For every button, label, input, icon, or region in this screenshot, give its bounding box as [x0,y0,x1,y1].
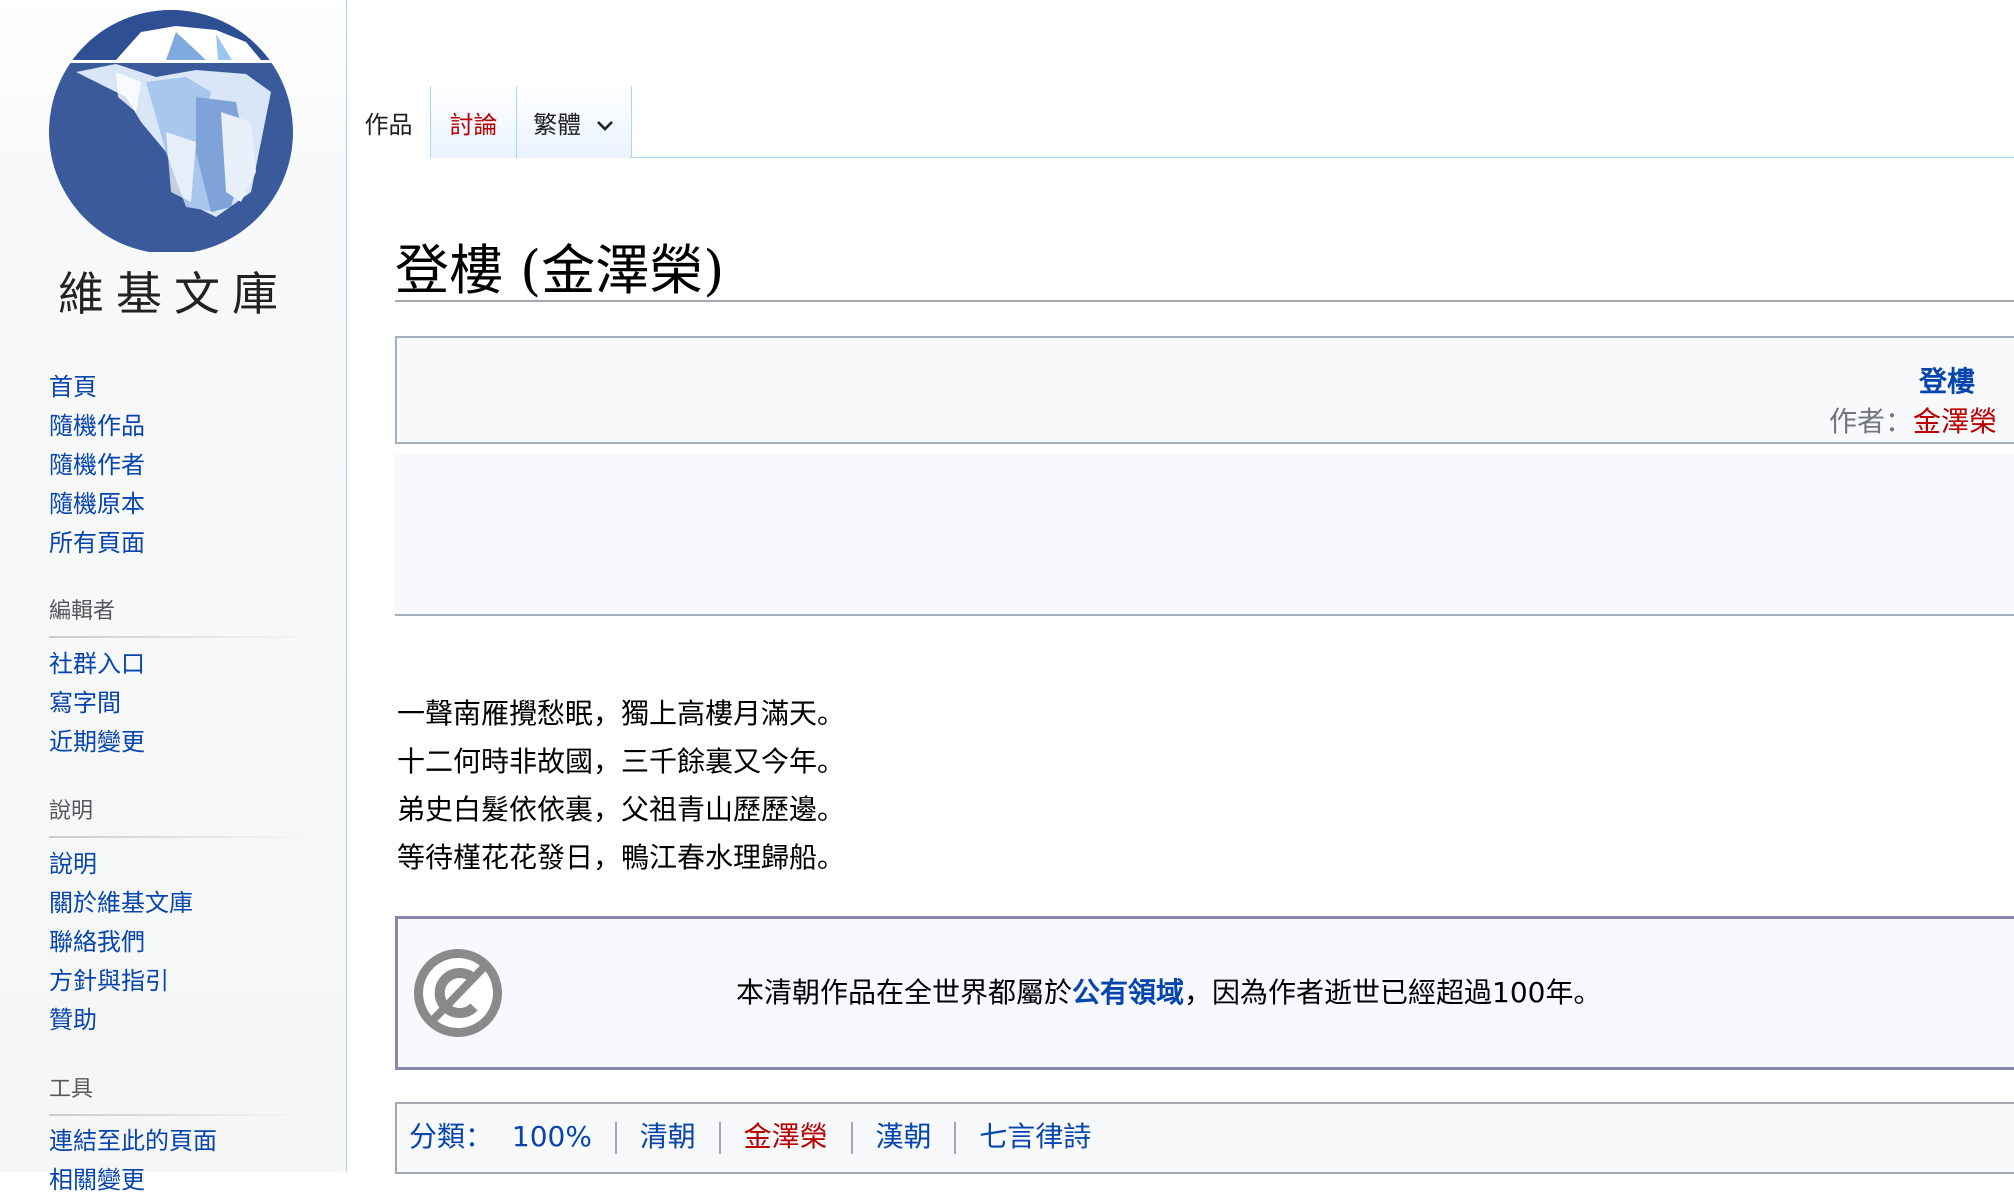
category-separator [850,1122,853,1154]
iceberg-globe-icon [49,10,293,254]
nav-heading-editors: 編輯者 [49,594,305,638]
page-title: 登樓 (金澤榮) [395,239,725,302]
category-links: 分類： 100% 清朝 金澤榮 漢朝 七言律詩 [395,1102,2014,1174]
sidebar: 維基文庫 首頁 隨機作品 隨機作者 隨機原本 所有頁面 編輯者 社群入口 寫字間… [0,0,347,1194]
category-separator [954,1122,957,1154]
nav-item-main-page[interactable]: 首頁 [49,368,145,407]
category-link[interactable]: 七言律詩 [979,1120,1091,1153]
public-domain-icon [414,949,502,1037]
poem-line: 一聲南雁攪愁眠，獨上高樓月滿天。 [397,697,846,730]
tools-navigation: 連結至此的頁面 相關變更 [49,1122,217,1200]
tab-work[interactable]: 作品 [347,86,431,158]
work-header: 登樓 作者：金澤榮清 [395,336,2014,444]
nav-item-random-source[interactable]: 隨機原本 [49,485,145,524]
category-link[interactable]: 金澤榮 [744,1120,828,1153]
author-label: 作者： [1829,405,1914,438]
tab-talk[interactable]: 討論 [431,86,517,158]
author-link[interactable]: 金澤榮 [1913,405,1997,438]
nav-item-help[interactable]: 說明 [49,845,193,884]
public-domain-link[interactable]: 公有領域 [1072,976,1184,1009]
editors-navigation: 社群入口 寫字間 近期變更 [49,645,145,762]
author-line: 作者：金澤榮清 [1829,400,2014,440]
help-navigation: 說明 關於維基文庫 聯絡我們 方針與指引 贊助 [49,845,193,1040]
nav-item-all-pages[interactable]: 所有頁面 [49,524,145,563]
nav-item-recent-changes[interactable]: 近期變更 [49,723,145,762]
license-text: 本清朝作品在全世界都屬於公有領域，因為作者逝世已經超過100年。 [736,976,1602,1009]
work-title-link[interactable]: 登樓 [1919,360,1975,400]
title-divider [395,300,2014,302]
chevron-down-icon [596,121,613,131]
categories-label-link[interactable]: 分類： [409,1120,493,1153]
main-navigation: 首頁 隨機作品 隨機作者 隨機原本 所有頁面 [49,368,145,563]
nav-item-contact[interactable]: 聯絡我們 [49,923,193,962]
nav-item-donate[interactable]: 贊助 [49,1001,193,1040]
nav-item-policies[interactable]: 方針與指引 [49,962,193,1001]
nav-heading-help: 說明 [49,794,305,838]
category-separator [614,1122,617,1154]
content-area: 登樓 (金澤榮) 登樓 作者：金澤榮清 一聲南雁攪愁眠，獨上高樓月滿天。 十二何… [347,158,2014,1174]
category-separator [718,1122,721,1154]
nav-heading-tools: 工具 [49,1072,305,1116]
nav-item-community-portal[interactable]: 社群入口 [49,645,145,684]
category-link[interactable]: 100% [512,1120,592,1153]
poem-line: 等待槿花花發日，鴨江春水理歸船。 [397,841,846,874]
header-notes-area [395,454,2014,616]
poem-line: 十二何時非故國，三千餘裏又今年。 [397,745,846,778]
nav-item-random-work[interactable]: 隨機作品 [49,407,145,446]
nav-item-what-links-here[interactable]: 連結至此的頁面 [49,1122,217,1161]
nav-item-scriptorium[interactable]: 寫字間 [49,684,145,723]
nav-item-related-changes[interactable]: 相關變更 [49,1161,217,1200]
nav-item-random-author[interactable]: 隨機作者 [49,446,145,485]
category-link[interactable]: 漢朝 [875,1120,931,1153]
category-link[interactable]: 清朝 [640,1120,696,1153]
poem-text: 一聲南雁攪愁眠，獨上高樓月滿天。 十二何時非故國，三千餘裏又今年。 弟史白髮依依… [397,690,845,882]
license-notice: 本清朝作品在全世界都屬於公有領域，因為作者逝世已經超過100年。 [395,916,2014,1070]
tab-variant-dropdown[interactable]: 繁體 [517,86,632,158]
nav-item-about[interactable]: 關於維基文庫 [49,884,193,923]
poem-line: 弟史白髮依依裏，父祖青山歷歷邊。 [397,793,846,826]
logo-wordmark[interactable]: 維基文庫 [58,258,288,324]
